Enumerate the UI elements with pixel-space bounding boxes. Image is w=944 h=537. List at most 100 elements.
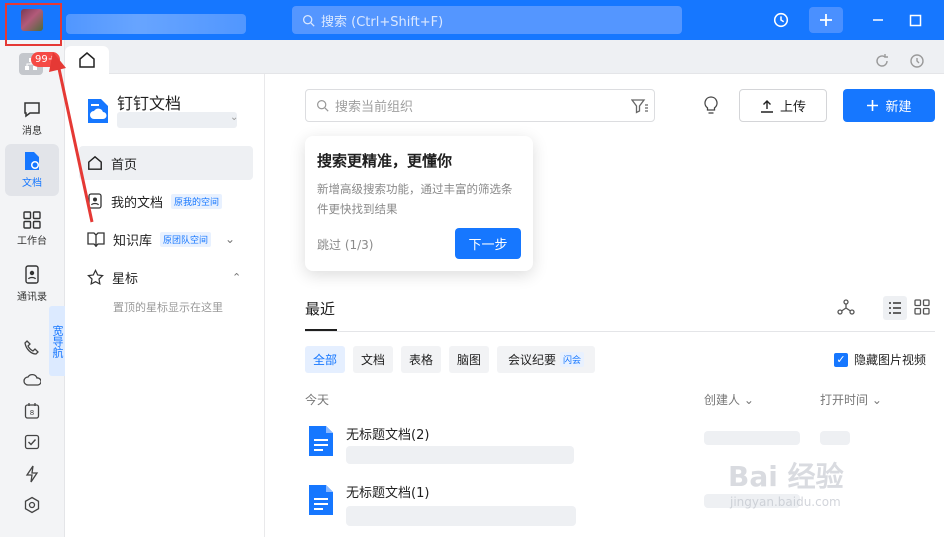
new-label: 新建 xyxy=(885,100,912,115)
minimize-button[interactable] xyxy=(865,7,891,33)
grid-view-icon[interactable] xyxy=(913,298,931,320)
message-badge: 99+ xyxy=(31,52,61,67)
blurred-username xyxy=(66,14,246,34)
new-button[interactable]: 新建 xyxy=(843,89,935,122)
column-creator[interactable]: 创建人 ⌄ xyxy=(704,391,754,408)
filter-sheets[interactable]: 表格 xyxy=(401,346,441,373)
add-button[interactable] xyxy=(809,7,843,33)
filter-label: 全部 xyxy=(313,353,338,367)
nav-item-messages[interactable]: 消息 xyxy=(5,92,59,144)
cloud-icon[interactable] xyxy=(22,370,42,390)
history-icon xyxy=(773,12,789,28)
upload-label: 上传 xyxy=(779,100,806,115)
title-bar: 搜索 (Ctrl+Shift+F) xyxy=(0,0,944,40)
nav-item-workbench[interactable]: 工作台 xyxy=(5,203,59,255)
nav-item-docs[interactable]: 文档 xyxy=(5,144,59,196)
grid-icon xyxy=(23,211,41,229)
popover-description: 新增高级搜索功能，通过丰富的筛选条件更快找到结果 xyxy=(317,182,513,216)
search-feature-popover: 搜索更精准，更懂你 新增高级搜索功能，通过丰富的筛选条件更快找到结果 跳过 (1… xyxy=(305,136,533,271)
chevron-down-icon[interactable]: ⌄ xyxy=(230,112,238,123)
sidebar-item-tag: 原团队空间 xyxy=(160,231,212,247)
tab-home[interactable] xyxy=(65,46,109,74)
file-name[interactable]: 无标题文档(1) xyxy=(346,482,429,501)
home-icon xyxy=(79,52,95,68)
filter-label: 会议纪要 xyxy=(507,353,556,367)
global-search-input[interactable]: 搜索 (Ctrl+Shift+F) xyxy=(292,6,682,34)
star-icon xyxy=(87,268,104,285)
recent-history-icon[interactable] xyxy=(908,52,926,70)
filter-all[interactable]: 全部 xyxy=(305,346,345,373)
nav-label: 消息 xyxy=(22,126,42,137)
filter-tag: 闪会 xyxy=(560,352,585,367)
sidebar-item-label: 首页 xyxy=(111,157,138,173)
svg-text:8: 8 xyxy=(30,409,34,417)
column-opened-label: 打开时间 xyxy=(820,393,869,407)
hide-images-toggle[interactable]: ✓ 隐藏图片视频 xyxy=(834,351,926,368)
filter-icon[interactable] xyxy=(631,98,649,114)
lightning-icon[interactable] xyxy=(22,464,42,484)
maximize-icon xyxy=(909,14,921,26)
column-creator-label: 创建人 xyxy=(704,393,741,407)
filter-label: 文档 xyxy=(361,353,386,367)
group-today-label: 今天 xyxy=(305,393,330,407)
sidebar-item-label: 我的文档 xyxy=(111,195,164,211)
hide-images-label: 隐藏图片视频 xyxy=(854,353,927,367)
history-button[interactable] xyxy=(768,7,794,33)
docs-sidebar: 钉钉文档 ⌄ 首页 我的文档 原我的空间 知识库 原团队空间 ⌄ 星标 ⌃ 置顶… xyxy=(65,74,265,537)
maximize-button[interactable] xyxy=(902,7,928,33)
popover-skip-link[interactable]: 跳过 (1/3) xyxy=(317,236,374,253)
upload-button[interactable]: 上传 xyxy=(739,89,827,122)
blurred-org-name[interactable] xyxy=(117,112,237,128)
sidebar-item-label: 知识库 xyxy=(113,233,153,249)
plus-icon xyxy=(867,100,879,111)
nav-label: 文档 xyxy=(22,178,42,189)
global-search-placeholder: 搜索 (Ctrl+Shift+F) xyxy=(321,14,444,30)
nav-item-contacts[interactable]: 通讯录 xyxy=(5,258,59,310)
chevron-down-icon: ⌄ xyxy=(868,393,882,407)
tab-bar xyxy=(65,40,944,74)
lightbulb-icon[interactable] xyxy=(702,95,720,119)
blurred-time xyxy=(820,431,850,445)
sidebar-item-knowledge-base[interactable]: 知识库 原团队空间 ⌄ xyxy=(79,222,253,256)
nav-label: 通讯录 xyxy=(17,292,47,303)
document-icon xyxy=(25,152,39,170)
home-icon xyxy=(88,155,102,170)
baidu-watermark-url: jingyan.baidu.com xyxy=(730,495,841,509)
wide-nav-toggle[interactable]: 宽导航 xyxy=(49,306,65,376)
chevron-down-icon[interactable]: ⌄ xyxy=(225,232,235,246)
sidebar-item-my-docs[interactable]: 我的文档 原我的空间 xyxy=(79,184,253,218)
todo-check-icon[interactable] xyxy=(22,432,42,452)
checkbox-checked-icon[interactable]: ✓ xyxy=(834,352,848,367)
filter-label: 脑图 xyxy=(457,353,482,367)
file-name[interactable]: 无标题文档(2) xyxy=(346,424,429,443)
dingtalk-docs-logo-icon xyxy=(88,99,108,123)
recent-section-title[interactable]: 最近 xyxy=(305,298,335,319)
popover-next-button[interactable]: 下一步 xyxy=(455,228,521,259)
filter-docs[interactable]: 文档 xyxy=(353,346,393,373)
section-divider xyxy=(305,331,935,332)
column-opened-time[interactable]: 打开时间 ⌄ xyxy=(820,391,882,408)
calendar-icon[interactable]: 8 xyxy=(22,401,42,421)
chevron-up-icon[interactable]: ⌃ xyxy=(232,271,241,284)
list-view-icon[interactable] xyxy=(883,296,907,320)
blurred-creator xyxy=(704,431,800,445)
filter-mindmap[interactable]: 脑图 xyxy=(449,346,489,373)
phone-icon[interactable] xyxy=(22,338,42,358)
upload-icon xyxy=(760,99,773,113)
popover-title: 搜索更精准，更懂你 xyxy=(317,152,453,170)
nav-label: 工作台 xyxy=(17,236,47,247)
filter-meeting-notes[interactable]: 会议纪要 闪会 xyxy=(497,346,595,373)
search-icon xyxy=(317,100,329,112)
doc-file-icon xyxy=(309,426,333,456)
org-search-input[interactable]: 搜索当前组织 xyxy=(305,89,655,122)
sidebar-item-starred[interactable]: 星标 ⌃ xyxy=(79,260,253,294)
book-icon xyxy=(87,232,105,247)
blurred-file-meta xyxy=(346,506,576,526)
refresh-icon[interactable] xyxy=(873,52,891,70)
share-nodes-icon[interactable] xyxy=(837,298,855,320)
blurred-file-meta xyxy=(346,446,574,464)
sidebar-item-tag: 原我的空间 xyxy=(171,193,223,209)
sidebar-item-home[interactable]: 首页 xyxy=(79,146,253,180)
contacts-icon xyxy=(25,265,39,284)
hexagon-icon[interactable] xyxy=(22,495,42,515)
